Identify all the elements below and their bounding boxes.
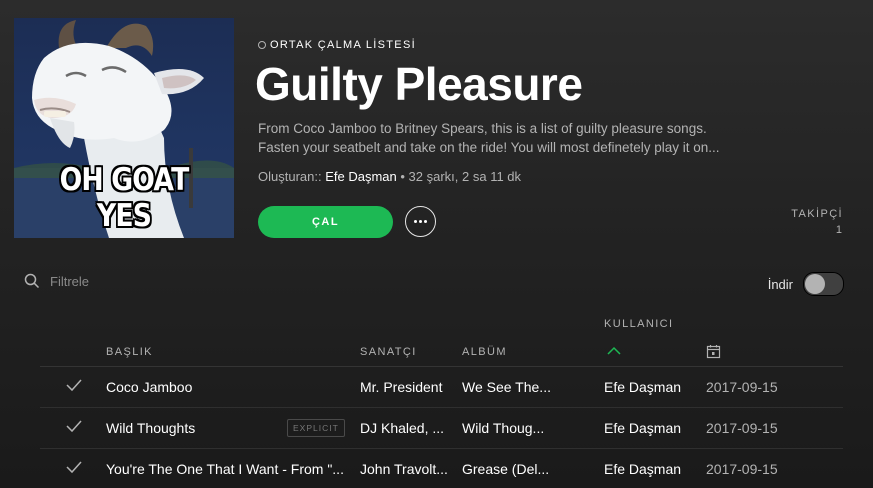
search-icon <box>24 273 40 289</box>
column-user[interactable]: KULLANICI <box>604 318 673 330</box>
download-label: İndir <box>767 276 793 292</box>
sort-ascending-icon[interactable] <box>606 345 622 355</box>
download-toggle[interactable] <box>803 272 844 296</box>
explicit-badge: EXPLICIT <box>287 419 345 437</box>
track-user[interactable]: Efe Daşman <box>604 420 694 436</box>
track-album[interactable]: Wild Thoug... <box>462 420 592 436</box>
play-button[interactable]: ÇAL <box>258 206 393 238</box>
track-date: 2017-09-15 <box>706 420 778 436</box>
playlist-title: Guilty Pleasure <box>255 58 583 110</box>
toggle-knob <box>805 274 825 294</box>
track-artist[interactable]: Mr. President <box>360 379 450 395</box>
column-title[interactable]: BAŞLIK <box>106 346 153 358</box>
created-by-label: Oluşturan:: <box>258 169 322 184</box>
track-title[interactable]: You're The One That I Want - From "... <box>106 461 351 477</box>
track-row[interactable]: Coco Jamboo Mr. President We See The... … <box>40 367 843 408</box>
playlist-meta: Oluşturan:: Efe Daşman • 32 şarkı, 2 sa … <box>258 169 521 184</box>
track-title[interactable]: Wild Thoughts <box>106 420 276 436</box>
more-options-button[interactable] <box>405 206 436 237</box>
more-icon <box>414 220 417 223</box>
playlist-type-label: ORTAK ÇALMA LİSTESİ <box>258 39 416 51</box>
track-artist[interactable]: John Travolt... <box>360 461 450 477</box>
filter-input[interactable] <box>50 273 200 289</box>
track-album[interactable]: We See The... <box>462 379 592 395</box>
more-icon-dot <box>424 220 427 223</box>
owner-link[interactable]: Efe Daşman <box>325 169 397 184</box>
download-control: İndir <box>768 272 844 296</box>
track-user[interactable]: Efe Daşman <box>604 379 694 395</box>
track-artist[interactable]: DJ Khaled, ... <box>360 420 450 436</box>
column-artist[interactable]: SANATÇI <box>360 346 417 358</box>
playlist-cover-image: OH GOAT YES <box>14 18 234 238</box>
track-date: 2017-09-15 <box>706 461 778 477</box>
calendar-icon[interactable] <box>706 344 721 359</box>
playlist-stats: • 32 şarkı, 2 sa 11 dk <box>400 169 522 184</box>
column-album[interactable]: ALBÜM <box>462 346 507 358</box>
playlist-type-text: ORTAK ÇALMA LİSTESİ <box>270 39 416 51</box>
track-date: 2017-09-15 <box>706 379 778 395</box>
track-title[interactable]: Coco Jamboo <box>106 379 286 395</box>
filter-box <box>24 273 200 289</box>
track-album[interactable]: Grease (Del... <box>462 461 592 477</box>
collaborative-icon <box>258 41 266 49</box>
followers-label: TAKİPÇİ <box>791 208 843 220</box>
playlist-description: From Coco Jamboo to Britney Spears, this… <box>258 121 720 155</box>
track-user[interactable]: Efe Daşman <box>604 461 694 477</box>
track-row[interactable]: You're The One That I Want - From "... J… <box>40 449 843 488</box>
saved-check-icon[interactable] <box>66 419 82 433</box>
cover-caption: OH GOAT YES <box>59 162 190 234</box>
saved-check-icon[interactable] <box>66 460 82 474</box>
track-row[interactable]: Wild Thoughts EXPLICIT DJ Khaled, ... Wi… <box>40 408 843 449</box>
followers-count: 1 <box>835 224 842 236</box>
saved-check-icon[interactable] <box>66 378 82 392</box>
more-icon-dot <box>419 220 422 223</box>
